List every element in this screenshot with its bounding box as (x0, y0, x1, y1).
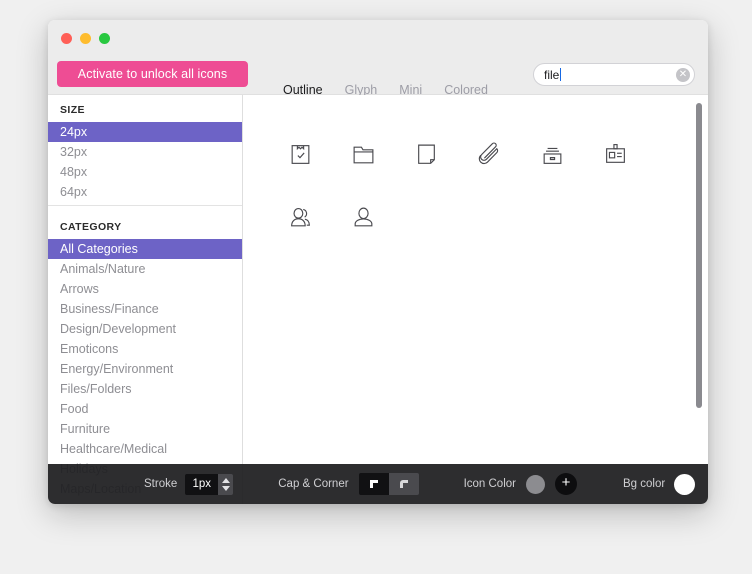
sidebar-item-healthcare-medical[interactable]: Healthcare/Medical (48, 439, 242, 459)
sidebar-item-emoticons[interactable]: Emoticons (48, 339, 242, 359)
icon-users-group[interactable] (269, 186, 332, 249)
icon-grid (243, 95, 699, 249)
search-field[interactable]: file ✕ (533, 63, 695, 86)
sidebar-item-size-64px[interactable]: 64px (48, 182, 242, 202)
icon-panel-scrollbar[interactable] (696, 103, 702, 408)
icon-color-control: Icon Color + (464, 473, 577, 495)
cap-corner-label: Cap & Corner (278, 478, 349, 490)
sidebar-item-design-development[interactable]: Design/Development (48, 319, 242, 339)
window-body: SIZE 24px 32px 48px 64px CATEGORY All Ca… (48, 95, 708, 504)
stroke-control: Stroke 1px (144, 473, 234, 495)
maximize-window-icon[interactable] (99, 33, 110, 44)
close-window-icon[interactable] (61, 33, 72, 44)
stroke-label: Stroke (144, 478, 178, 490)
sidebar-item-business-finance[interactable]: Business/Finance (48, 299, 242, 319)
sidebar-heading-category: CATEGORY (60, 221, 122, 233)
app-window: Activate to unlock all icons Outline Gly… (48, 20, 708, 504)
icon-folder[interactable] (332, 123, 395, 186)
icon-color-swatch[interactable] (525, 474, 545, 494)
sidebar-item-furniture[interactable]: Furniture (48, 419, 242, 439)
text-caret (560, 68, 562, 81)
sidebar-heading-size: SIZE (60, 104, 85, 116)
icon-id-badge[interactable] (584, 123, 647, 186)
rounded-corner-button[interactable] (388, 473, 419, 495)
add-color-button[interactable]: + (554, 473, 577, 495)
sidebar-item-size-24px[interactable]: 24px (48, 122, 242, 142)
window-titlebar: Activate to unlock all icons Outline Gly… (48, 20, 708, 108)
activate-unlock-button[interactable]: Activate to unlock all icons (57, 61, 248, 87)
sidebar-item-size-48px[interactable]: 48px (48, 162, 242, 182)
icon-file-drawer[interactable] (521, 123, 584, 186)
stroke-stepper[interactable]: 1px (185, 473, 234, 495)
clear-search-icon[interactable]: ✕ (676, 67, 690, 82)
sidebar-item-food[interactable]: Food (48, 399, 242, 419)
sidebar-item-arrows[interactable]: Arrows (48, 279, 242, 299)
stepper-down-icon[interactable] (221, 485, 230, 491)
traffic-lights (61, 33, 110, 44)
sidebar-item-energy-environment[interactable]: Energy/Environment (48, 359, 242, 379)
bg-color-swatch[interactable] (674, 473, 696, 495)
bg-color-label: Bg color (622, 478, 666, 490)
icon-user-profile[interactable] (332, 186, 395, 249)
stroke-value[interactable]: 1px (185, 473, 219, 495)
cap-corner-control: Cap & Corner (278, 473, 419, 495)
sidebar-item-files-folders[interactable]: Files/Folders (48, 379, 242, 399)
icon-results-panel (243, 95, 708, 504)
sidebar-item-size-32px[interactable]: 32px (48, 142, 242, 162)
sidebar-item-animals-nature[interactable]: Animals/Nature (48, 259, 242, 279)
minimize-window-icon[interactable] (80, 33, 91, 44)
icon-file-document[interactable] (395, 123, 458, 186)
stepper-up-icon[interactable] (221, 477, 230, 483)
icon-color-label: Icon Color (463, 478, 516, 490)
icon-paperclip[interactable] (458, 123, 521, 186)
sidebar: SIZE 24px 32px 48px 64px CATEGORY All Ca… (48, 95, 243, 504)
search-input[interactable]: file (544, 68, 559, 82)
cap-corner-buttons (358, 473, 419, 495)
stroke-stepper-arrows[interactable] (218, 473, 234, 495)
bottom-toolbar: Stroke 1px Cap & Corner Icon Color + Bg … (48, 464, 708, 504)
sharp-corner-button[interactable] (358, 473, 389, 495)
sidebar-item-all-categories[interactable]: All Categories (48, 239, 242, 259)
bg-color-control: Bg color (622, 473, 696, 495)
icon-clipboard-check[interactable] (269, 123, 332, 186)
